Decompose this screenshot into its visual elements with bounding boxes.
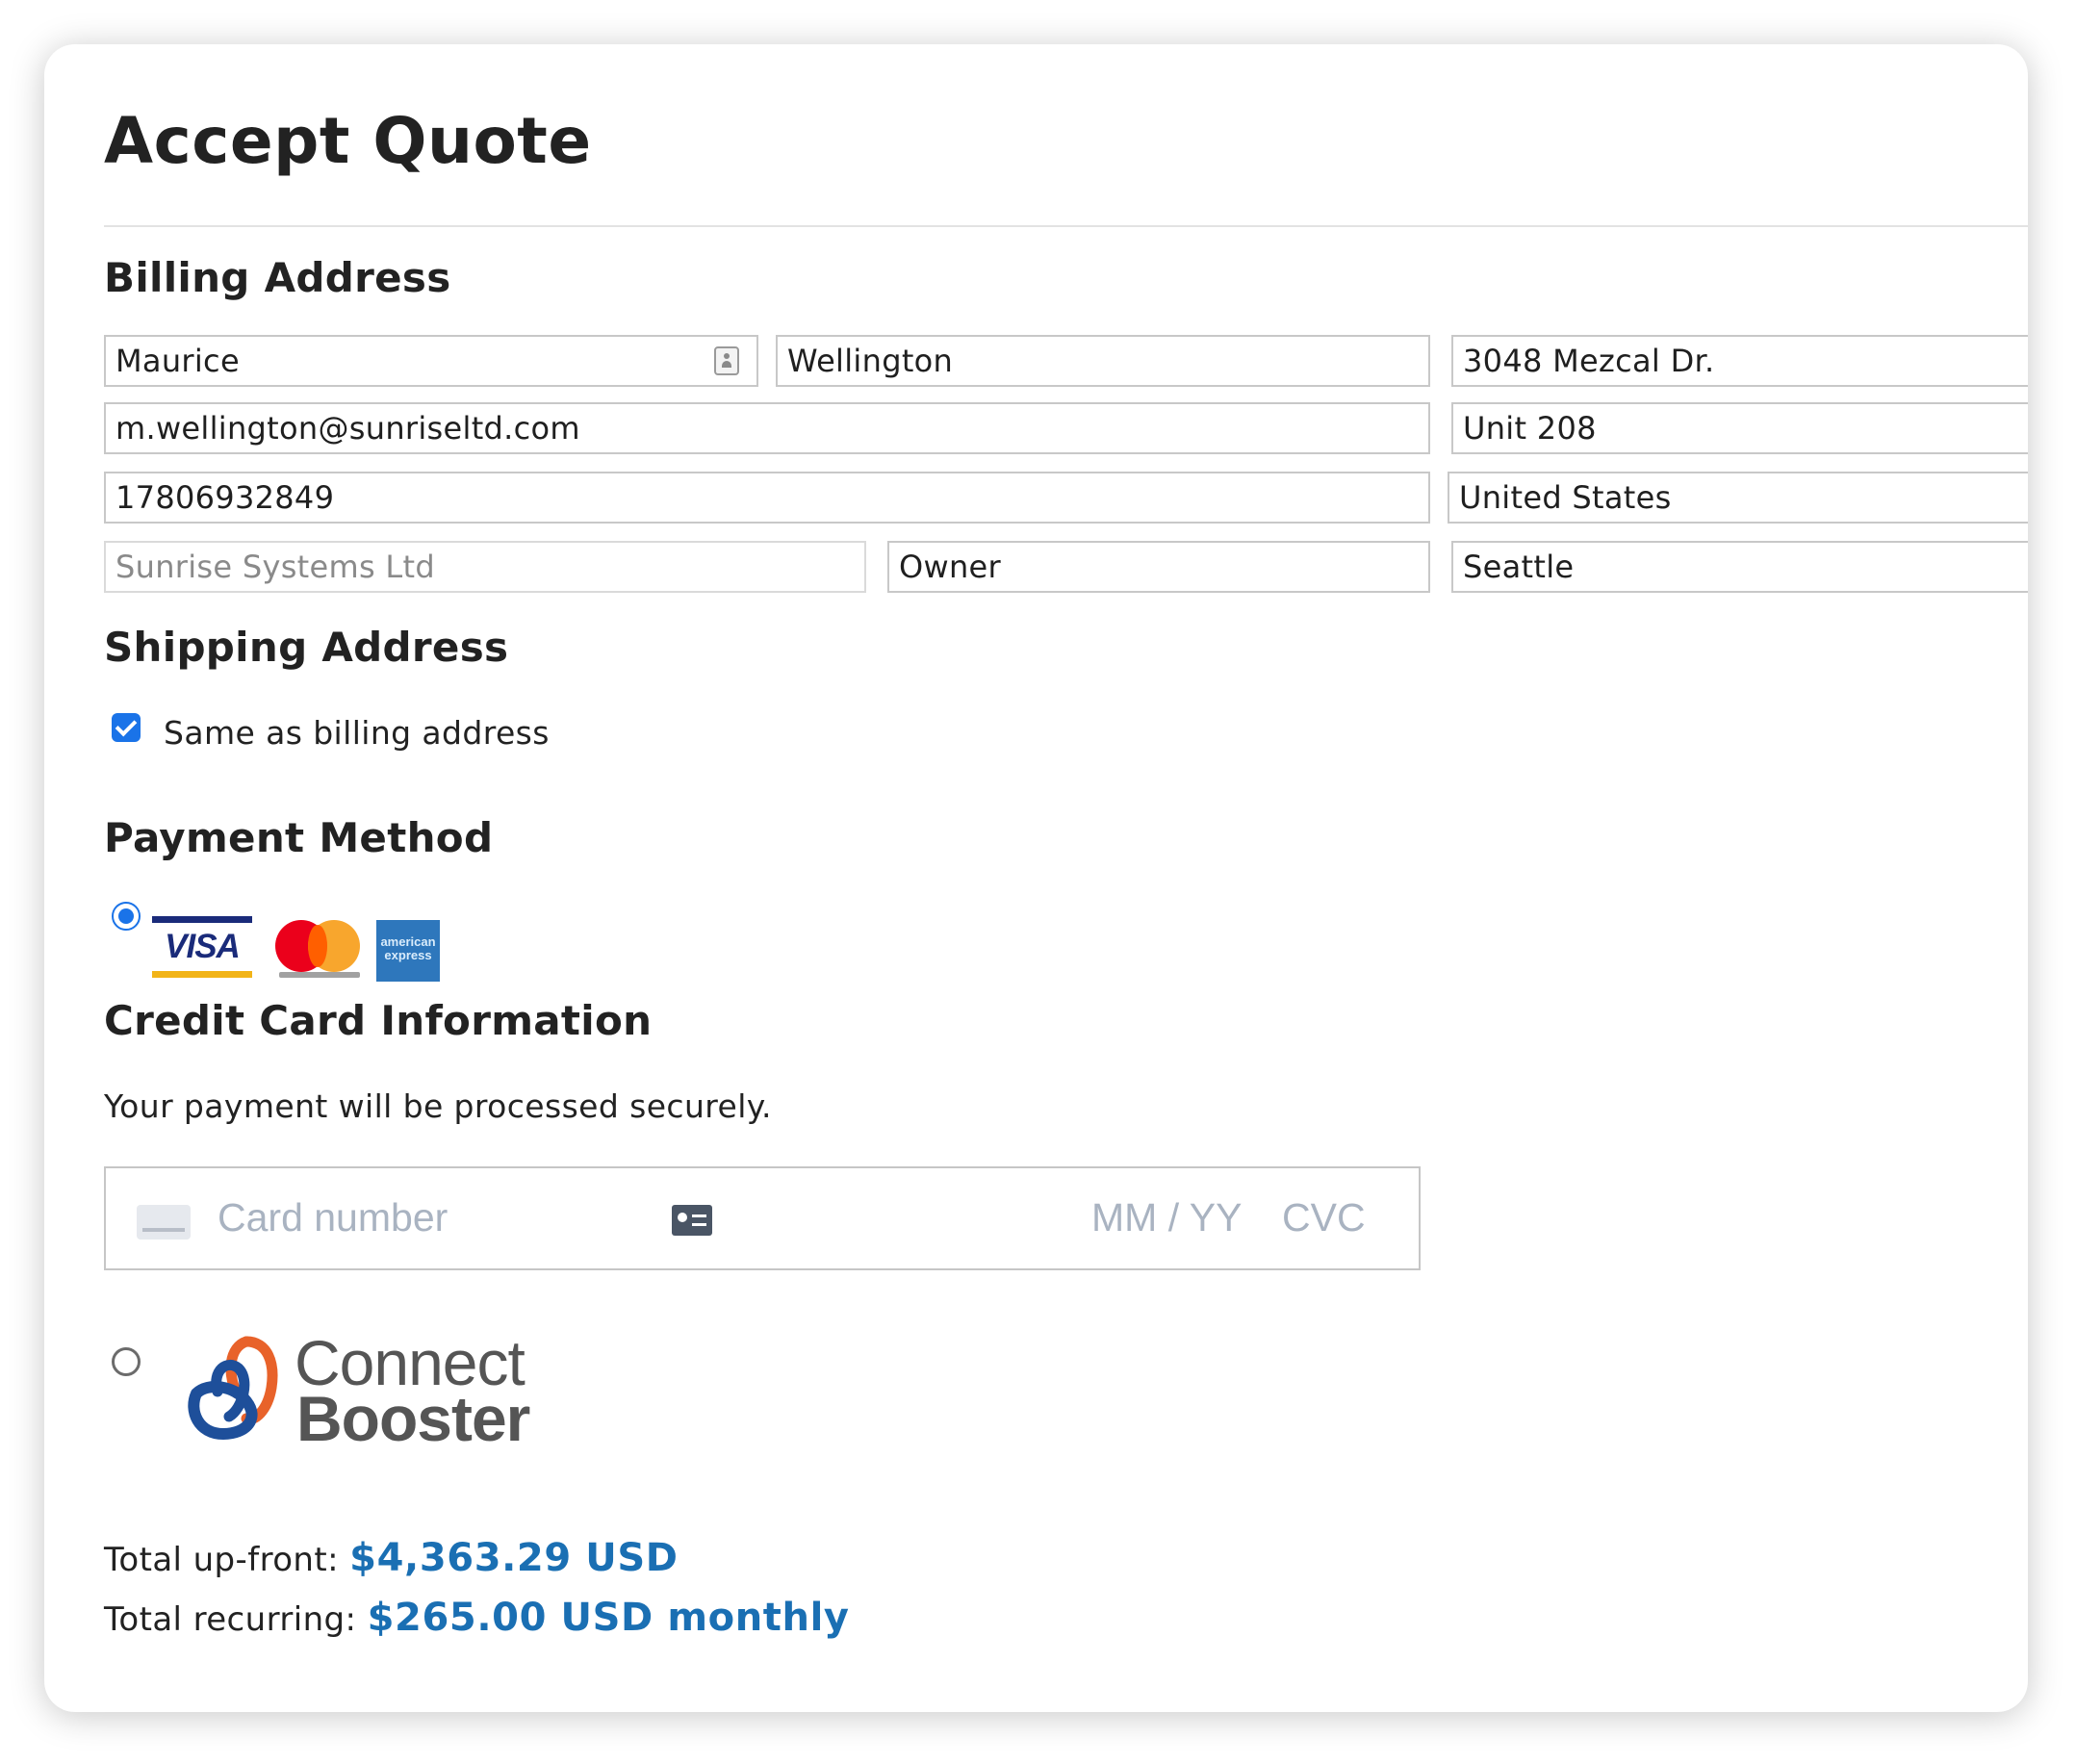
address-line2-value: Unit 208 bbox=[1463, 410, 1597, 447]
total-recurring-amount: $265.00 USD monthly bbox=[367, 1596, 850, 1640]
expiry-input[interactable]: MM / YY bbox=[1091, 1195, 1242, 1240]
card-number-input[interactable]: Card number bbox=[218, 1195, 448, 1240]
first-name-value: Maurice bbox=[115, 343, 240, 379]
credit-card-icon bbox=[137, 1205, 191, 1240]
total-upfront-amount: $4,363.29 USD bbox=[349, 1536, 679, 1580]
phone-field[interactable]: 17806932849 bbox=[104, 472, 1430, 524]
accept-quote-card: Accept Quote Billing Address Maurice Wel… bbox=[44, 44, 2028, 1712]
contact-card-icon[interactable] bbox=[714, 346, 739, 375]
amex-wordmark: american express bbox=[380, 934, 436, 962]
page-title: Accept Quote bbox=[104, 104, 592, 178]
connect-booster-logo-icon bbox=[188, 1336, 278, 1440]
job-title-value: Owner bbox=[899, 549, 1001, 585]
credit-card-heading: Credit Card Information bbox=[104, 997, 653, 1044]
payment-method-heading: Payment Method bbox=[104, 814, 494, 861]
amex-logo: american express bbox=[376, 920, 440, 982]
same-as-billing-label[interactable]: Same as billing address bbox=[164, 714, 550, 752]
address-line1-value: 3048 Mezcal Dr. bbox=[1463, 343, 1715, 379]
city-field[interactable]: Seattle bbox=[1451, 541, 2028, 593]
card-input-box[interactable]: Card number MM / YY CVC bbox=[104, 1166, 1421, 1270]
mastercard-overlap bbox=[308, 925, 327, 967]
credit-card-radio[interactable] bbox=[112, 902, 141, 931]
total-recurring-label: Total recurring: bbox=[104, 1600, 357, 1639]
city-value: Seattle bbox=[1463, 549, 1575, 585]
title-divider bbox=[104, 225, 2028, 227]
secure-payment-note: Your payment will be processed securely. bbox=[104, 1087, 772, 1125]
last-name-field[interactable]: Wellington bbox=[776, 335, 1430, 387]
address-line2-field[interactable]: Unit 208 bbox=[1451, 402, 2028, 454]
total-recurring-line: Total recurring: $265.00 USD monthly bbox=[104, 1596, 850, 1640]
address-line1-field[interactable]: 3048 Mezcal Dr. bbox=[1451, 335, 2028, 387]
visa-bottom-bar bbox=[152, 971, 252, 978]
same-as-billing-checkbox[interactable] bbox=[112, 713, 141, 742]
phone-value: 17806932849 bbox=[115, 479, 335, 516]
total-upfront-line: Total up-front: $4,363.29 USD bbox=[104, 1536, 679, 1580]
first-name-field[interactable]: Maurice bbox=[104, 335, 758, 387]
company-field[interactable]: Sunrise Systems Ltd bbox=[104, 541, 866, 593]
mastercard-logo bbox=[275, 916, 362, 980]
visa-logo: VISA bbox=[152, 916, 252, 978]
country-select[interactable]: United States bbox=[1448, 472, 2028, 524]
company-placeholder: Sunrise Systems Ltd bbox=[115, 549, 436, 585]
mastercard-wordmark bbox=[279, 972, 360, 978]
job-title-field[interactable]: Owner bbox=[887, 541, 1430, 593]
email-value: m.wellington@sunriseltd.com bbox=[115, 410, 580, 447]
visa-wordmark: VISA bbox=[165, 928, 241, 965]
visa-top-bar bbox=[152, 916, 252, 923]
email-field[interactable]: m.wellington@sunriseltd.com bbox=[104, 402, 1430, 454]
country-value: United States bbox=[1459, 479, 1672, 516]
autofill-card-icon[interactable] bbox=[672, 1205, 712, 1236]
last-name-value: Wellington bbox=[787, 343, 954, 379]
connect-booster-radio[interactable] bbox=[112, 1347, 141, 1376]
cvc-input[interactable]: CVC bbox=[1282, 1195, 1366, 1240]
billing-heading: Billing Address bbox=[104, 254, 451, 301]
shipping-heading: Shipping Address bbox=[104, 624, 509, 671]
connect-booster-word-booster: Booster bbox=[296, 1383, 530, 1454]
total-upfront-label: Total up-front: bbox=[104, 1541, 339, 1579]
